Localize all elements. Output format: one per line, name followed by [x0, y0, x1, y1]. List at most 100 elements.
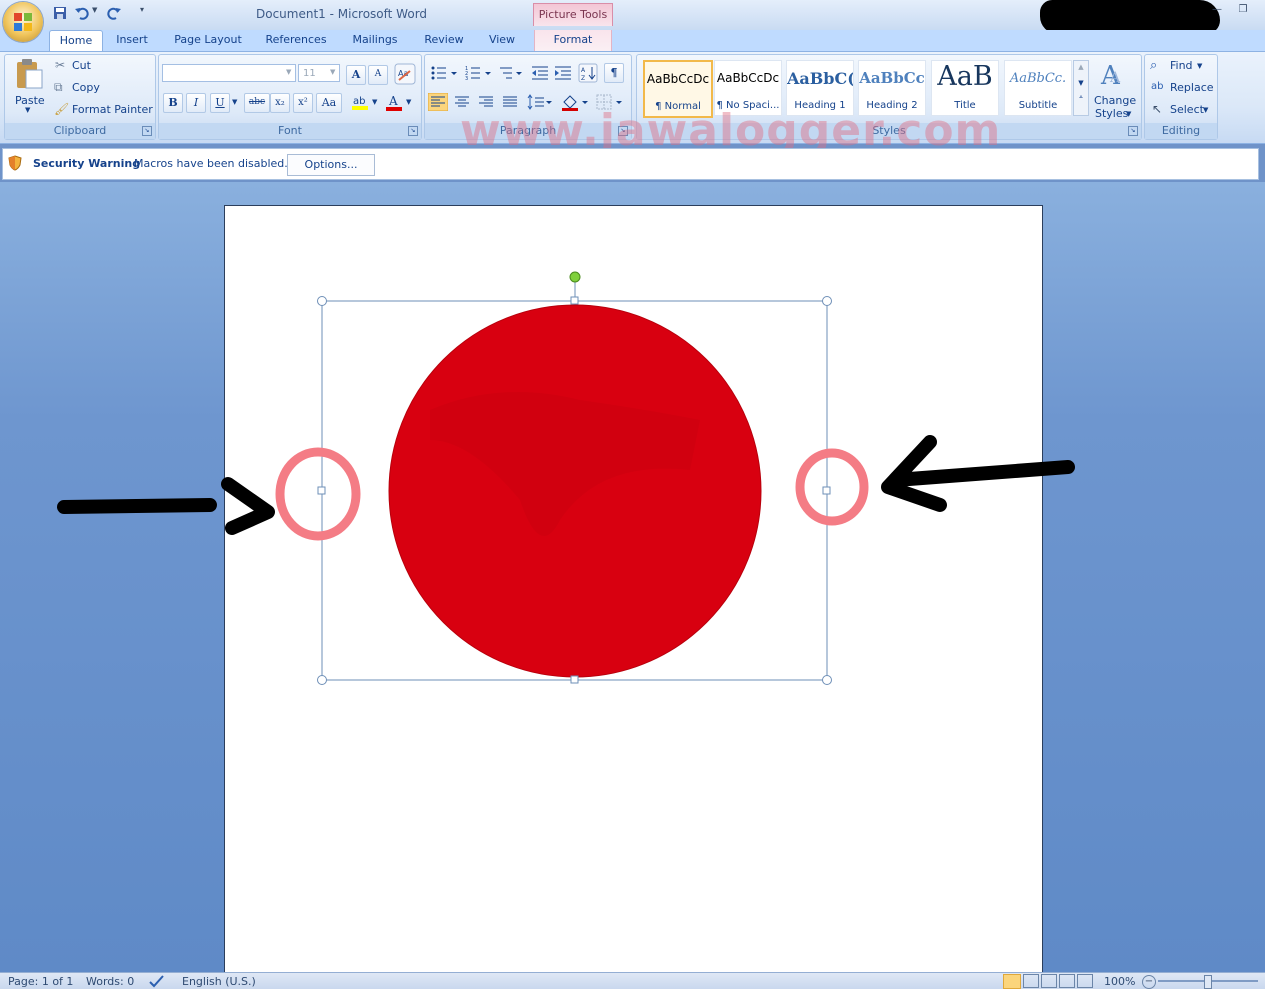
subscript-button[interactable]: x₂ — [270, 93, 290, 113]
font-color-dropdown-icon[interactable]: ▼ — [406, 98, 411, 106]
sort-icon[interactable]: AZ — [578, 63, 598, 83]
full-screen-reading-icon[interactable] — [1023, 974, 1039, 988]
paste-dropdown-icon[interactable]: ▼ — [25, 106, 30, 114]
change-styles-icon[interactable]: AA — [1098, 58, 1130, 90]
borders-icon[interactable] — [594, 92, 624, 112]
bullets-icon[interactable] — [430, 64, 460, 82]
justify-icon[interactable] — [500, 93, 520, 111]
undo-dropdown-icon[interactable]: ▼ — [92, 6, 97, 14]
resize-handle-top[interactable] — [570, 296, 579, 305]
tab-page-layout[interactable]: Page Layout — [170, 30, 246, 52]
status-page[interactable]: Page: 1 of 1 — [8, 975, 73, 988]
italic-button[interactable]: I — [186, 93, 206, 113]
gallery-more-icon[interactable]: ⩡ — [1074, 93, 1088, 102]
gallery-up-icon[interactable]: ▲ — [1074, 63, 1088, 71]
resize-handle-bottom-right[interactable] — [822, 675, 832, 685]
tab-format[interactable]: Format — [534, 30, 612, 52]
font-color-icon[interactable]: A — [384, 92, 404, 112]
tab-mailings[interactable]: Mailings — [344, 30, 406, 52]
resize-handle-top-left[interactable] — [317, 296, 327, 306]
select-dropdown-icon[interactable]: ▼ — [1203, 106, 1208, 114]
clipboard-launcher-icon[interactable]: ↘ — [142, 126, 152, 136]
font-size-dropdown-icon[interactable]: ▼ — [330, 68, 335, 76]
style-heading-2[interactable]: AaBbCc Heading 2 — [858, 60, 926, 116]
zoom-level[interactable]: 100% — [1104, 975, 1135, 988]
styles-gallery-scroller[interactable]: ▲ ▼ ⩡ — [1073, 60, 1089, 116]
zoom-slider-thumb[interactable] — [1204, 975, 1212, 989]
shading-icon[interactable] — [560, 92, 590, 112]
tab-insert[interactable]: Insert — [108, 30, 156, 52]
line-spacing-icon[interactable] — [527, 93, 553, 111]
styles-launcher-icon[interactable]: ↘ — [1128, 126, 1138, 136]
resize-handle-top-right[interactable] — [822, 296, 832, 306]
font-launcher-icon[interactable]: ↘ — [408, 126, 418, 136]
clear-formatting-icon[interactable]: Aa — [394, 63, 416, 85]
customize-qat-icon[interactable]: ▾ — [140, 5, 144, 14]
tab-view[interactable]: View — [480, 30, 524, 52]
paste-icon[interactable] — [14, 58, 44, 90]
zoom-out-icon[interactable]: − — [1142, 975, 1156, 989]
save-icon[interactable] — [52, 5, 68, 21]
underline-dropdown-icon[interactable]: ▼ — [232, 98, 237, 106]
tab-home[interactable]: Home — [49, 30, 103, 53]
change-styles-button[interactable]: Change — [1094, 94, 1136, 107]
highlight-dropdown-icon[interactable]: ▼ — [372, 98, 377, 106]
tab-references[interactable]: References — [260, 30, 332, 52]
office-button[interactable] — [3, 2, 43, 42]
options-button[interactable]: Options... — [287, 154, 375, 176]
decrease-indent-icon[interactable] — [530, 64, 550, 82]
bold-button[interactable]: B — [163, 93, 183, 113]
select-button[interactable]: Select — [1170, 103, 1204, 116]
style-no-spacing[interactable]: AaBbCcDc ¶ No Spaci... — [714, 60, 782, 116]
grow-font-button[interactable]: A — [346, 65, 366, 85]
rotate-handle[interactable] — [569, 271, 581, 283]
undo-icon[interactable] — [74, 5, 90, 21]
align-center-icon[interactable] — [452, 93, 472, 111]
increase-indent-icon[interactable] — [553, 64, 573, 82]
style-subtitle[interactable]: AaBbCc. Subtitle — [1004, 60, 1072, 116]
align-right-icon[interactable] — [476, 93, 496, 111]
styles-group-label: Styles — [637, 123, 1141, 139]
tab-review[interactable]: Review — [418, 30, 470, 52]
show-formatting-marks-button[interactable]: ¶ — [604, 63, 624, 83]
restore-button[interactable]: ❐ — [1234, 4, 1252, 18]
strikethrough-button[interactable]: abc — [244, 93, 270, 113]
web-layout-icon[interactable] — [1041, 974, 1057, 988]
style-heading-1[interactable]: AaBbC( Heading 1 — [786, 60, 854, 116]
minimize-button[interactable]: — — [1208, 4, 1226, 18]
change-case-button[interactable]: Aa — [316, 93, 342, 113]
draft-view-icon[interactable] — [1077, 974, 1093, 988]
print-layout-view-icon[interactable] — [1003, 974, 1021, 989]
cut-button[interactable]: Cut — [72, 59, 91, 72]
underline-button[interactable]: U — [210, 93, 230, 113]
paragraph-launcher-icon[interactable]: ↘ — [618, 126, 628, 136]
status-words[interactable]: Words: 0 — [86, 975, 134, 988]
outline-view-icon[interactable] — [1059, 974, 1075, 988]
highlight-color-icon[interactable]: ab — [350, 92, 370, 112]
status-language[interactable]: English (U.S.) — [182, 975, 256, 988]
gallery-down-icon[interactable]: ▼ — [1074, 79, 1088, 87]
style-normal[interactable]: AaBbCcDc ¶ Normal — [643, 60, 713, 118]
font-name-dropdown-icon[interactable]: ▼ — [286, 68, 291, 76]
shrink-font-button[interactable]: A — [368, 65, 388, 85]
resize-handle-right[interactable] — [822, 486, 831, 495]
superscript-button[interactable]: x² — [293, 93, 313, 113]
proofing-icon[interactable] — [148, 974, 166, 988]
replace-button[interactable]: Replace — [1170, 81, 1214, 94]
resize-handle-left[interactable] — [317, 486, 326, 495]
resize-handle-bottom-left[interactable] — [317, 675, 327, 685]
style-title[interactable]: AaB Title — [931, 60, 999, 116]
numbering-icon[interactable]: 123 — [464, 64, 494, 82]
font-name-combo[interactable] — [162, 64, 296, 82]
copy-button[interactable]: Copy — [72, 81, 100, 94]
format-painter-button[interactable]: Format Painter — [72, 103, 153, 116]
change-styles-dropdown-icon[interactable]: ▼ — [1126, 110, 1131, 118]
redaction-scribble — [1040, 0, 1220, 34]
align-left-icon[interactable] — [428, 93, 448, 111]
find-button[interactable]: Find — [1170, 59, 1193, 72]
redo-icon[interactable] — [106, 5, 122, 21]
find-dropdown-icon[interactable]: ▼ — [1197, 62, 1202, 70]
resize-handle-bottom[interactable] — [570, 675, 579, 684]
view-buttons — [1003, 974, 1093, 989]
multilevel-list-icon[interactable] — [498, 64, 524, 82]
